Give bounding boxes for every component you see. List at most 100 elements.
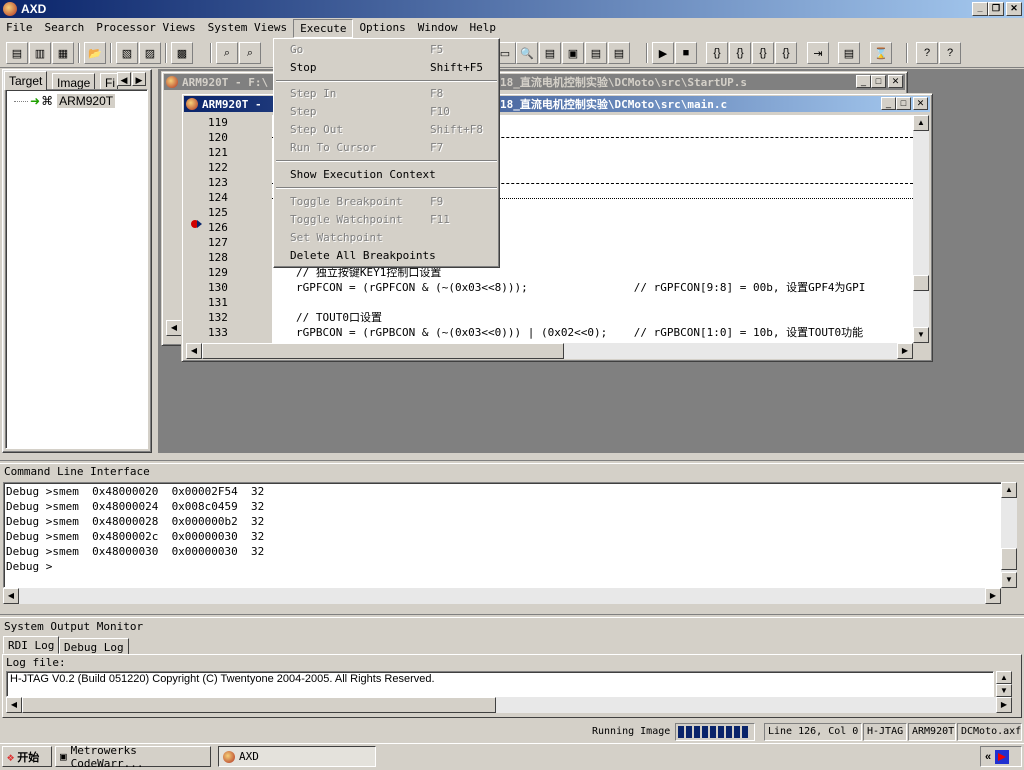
- breakpoint-icon[interactable]: [190, 219, 202, 229]
- menu-window[interactable]: Window: [412, 19, 464, 38]
- back-scroll-left-icon[interactable]: ◀: [166, 320, 182, 336]
- menu-item-stop[interactable]: Stop Shift+F5: [290, 59, 493, 77]
- copy-icon[interactable]: ▨: [139, 42, 161, 64]
- step-icon[interactable]: {}: [729, 42, 751, 64]
- log-horizontal-scrollbar[interactable]: ◀ ▶: [6, 697, 1012, 713]
- tree-item-arm920t[interactable]: ➜ ⌘ ARM920T: [14, 94, 116, 108]
- open-folder-icon[interactable]: 📂: [84, 42, 106, 64]
- taskbar-codewarrior[interactable]: ▣ Metrowerks CodeWarr...: [55, 744, 211, 770]
- cli-line: Debug >smem 0x48000020 0x00002F54 32: [6, 485, 265, 498]
- back-window-minimize-button[interactable]: _: [856, 75, 871, 88]
- stop-icon[interactable]: ■: [675, 42, 697, 64]
- find-icon[interactable]: ⌕: [216, 42, 238, 64]
- menu-help[interactable]: Help: [464, 19, 503, 38]
- menu-file[interactable]: File: [0, 19, 39, 38]
- menu-item-delete-all-breakpoints[interactable]: Delete All Breakpoints: [290, 247, 493, 265]
- registers-view-icon[interactable]: ▤: [539, 42, 561, 64]
- find-next-icon[interactable]: ⌕: [239, 42, 261, 64]
- paste-icon[interactable]: ▩: [171, 42, 193, 64]
- code-horizontal-scrollbar[interactable]: ◀ ▶: [186, 343, 913, 359]
- line-number: 129: [208, 266, 228, 279]
- menu-item-toggle-watchpoint[interactable]: Toggle Watchpoint F11: [290, 211, 493, 229]
- tab-scroll-right-icon[interactable]: ▶: [132, 72, 146, 86]
- scroll-left-icon[interactable]: ◀: [6, 697, 22, 713]
- line-number: 130: [208, 281, 228, 294]
- menu-item-step[interactable]: Step F10: [290, 103, 493, 121]
- close-button[interactable]: ✕: [1006, 2, 1022, 16]
- menu-item-step-in[interactable]: Step In F8: [290, 85, 493, 103]
- scroll-up-icon[interactable]: ▲: [913, 115, 929, 131]
- tab-target[interactable]: Target: [4, 71, 48, 90]
- menu-item-step-out[interactable]: Step Out Shift+F8: [290, 121, 493, 139]
- step-in-icon[interactable]: {}: [706, 42, 728, 64]
- horizontal-scroll-thumb[interactable]: [202, 343, 564, 359]
- run-to-cursor-icon[interactable]: {}: [775, 42, 797, 64]
- tab-scroll-left-icon[interactable]: ◀: [117, 72, 131, 86]
- back-window-close-button[interactable]: ✕: [888, 75, 903, 88]
- hourglass-icon[interactable]: ⌛: [870, 42, 892, 64]
- breakpoint-toggle-icon[interactable]: ▤: [838, 42, 860, 64]
- code-vertical-scrollbar[interactable]: ▲ ▼: [913, 115, 929, 343]
- start-button[interactable]: ❖ 开始: [2, 746, 52, 767]
- scroll-down-icon[interactable]: ▼: [1001, 572, 1017, 588]
- code-line: // TOUT0口设置: [296, 311, 382, 324]
- front-window-minimize-button[interactable]: _: [881, 97, 896, 110]
- scroll-down-icon[interactable]: ▼: [996, 684, 1012, 697]
- log-scroll-thumb[interactable]: [22, 697, 496, 713]
- front-window-close-button[interactable]: ✕: [913, 97, 928, 110]
- scroll-right-icon[interactable]: ▶: [985, 588, 1001, 604]
- menu-item-toggle-breakpoint[interactable]: Toggle Breakpoint F9: [290, 193, 493, 211]
- reload-icon[interactable]: ▥: [29, 42, 51, 64]
- search-view-icon[interactable]: 🔍: [516, 42, 538, 64]
- cut-icon[interactable]: ▧: [116, 42, 138, 64]
- scroll-up-icon[interactable]: ▲: [996, 671, 1012, 684]
- minimize-button[interactable]: _: [972, 2, 988, 16]
- scroll-up-icon[interactable]: ▲: [1001, 482, 1017, 498]
- menu-search[interactable]: Search: [39, 19, 91, 38]
- menu-item-go[interactable]: Go F5: [290, 41, 493, 59]
- vertical-scroll-thumb[interactable]: [913, 275, 929, 291]
- run-icon[interactable]: ▶: [652, 42, 674, 64]
- menu-options[interactable]: Options: [353, 19, 411, 38]
- cli-scroll-thumb[interactable]: [1001, 548, 1017, 570]
- cli-title: Command Line Interface: [4, 465, 150, 478]
- memory-view-icon[interactable]: ▤: [585, 42, 607, 64]
- cursor-position: Line 126, Col 0: [764, 723, 862, 741]
- scroll-down-icon[interactable]: ▼: [913, 327, 929, 343]
- scroll-right-icon[interactable]: ▶: [996, 697, 1012, 713]
- context-help-icon[interactable]: ?: [939, 42, 961, 64]
- console-view-icon[interactable]: ▣: [562, 42, 584, 64]
- cli-vertical-scrollbar[interactable]: ▲ ▼: [1001, 482, 1017, 588]
- taskbar-axd[interactable]: AXD: [218, 746, 376, 767]
- log-text-area[interactable]: H-JTAG V0.2 (Build 051220) Copyright (C)…: [6, 671, 994, 697]
- restore-button[interactable]: ❐: [988, 2, 1004, 16]
- scroll-left-icon[interactable]: ◀: [3, 588, 19, 604]
- menu-item-set-watchpoint[interactable]: Set Watchpoint: [290, 229, 493, 247]
- tray-chevron-icon[interactable]: «: [985, 751, 991, 763]
- cli-output[interactable]: Debug >smem 0x48000020 0x00002F54 32 Deb…: [3, 482, 1017, 588]
- scroll-left-icon[interactable]: ◀: [186, 343, 202, 359]
- load-image-icon[interactable]: ▤: [6, 42, 28, 64]
- help-icon[interactable]: ?: [916, 42, 938, 64]
- menu-execute[interactable]: Execute: [293, 19, 354, 38]
- splitter[interactable]: [0, 614, 1024, 618]
- back-window-maximize-button[interactable]: □: [871, 75, 886, 88]
- menu-item-run-to-cursor[interactable]: Run To Cursor F7: [290, 139, 493, 157]
- step-out-icon[interactable]: {}: [752, 42, 774, 64]
- scroll-right-icon[interactable]: ▶: [897, 343, 913, 359]
- menu-system-views[interactable]: System Views: [202, 19, 293, 38]
- front-window-maximize-button[interactable]: □: [896, 97, 911, 110]
- load-session-icon[interactable]: ▦: [52, 42, 74, 64]
- show-exec-context-icon[interactable]: ⇥: [807, 42, 829, 64]
- menu-processor-views[interactable]: Processor Views: [90, 19, 201, 38]
- splitter[interactable]: [0, 460, 1024, 464]
- cli-horizontal-scrollbar[interactable]: ◀ ▶: [3, 588, 1001, 604]
- tab-rdi-log[interactable]: RDI Log: [3, 636, 60, 654]
- watch-view-icon[interactable]: ▤: [608, 42, 630, 64]
- tab-debug-log[interactable]: Debug Log: [59, 638, 129, 655]
- line-number: 122: [208, 161, 228, 174]
- tray-app-icon[interactable]: [995, 749, 1010, 764]
- menu-item-show-execution-context[interactable]: Show Execution Context: [290, 166, 493, 184]
- app-titlebar[interactable]: AXD _ ❐ ✕: [0, 0, 1024, 18]
- log-vertical-scrollbar[interactable]: ▲ ▼: [996, 671, 1012, 697]
